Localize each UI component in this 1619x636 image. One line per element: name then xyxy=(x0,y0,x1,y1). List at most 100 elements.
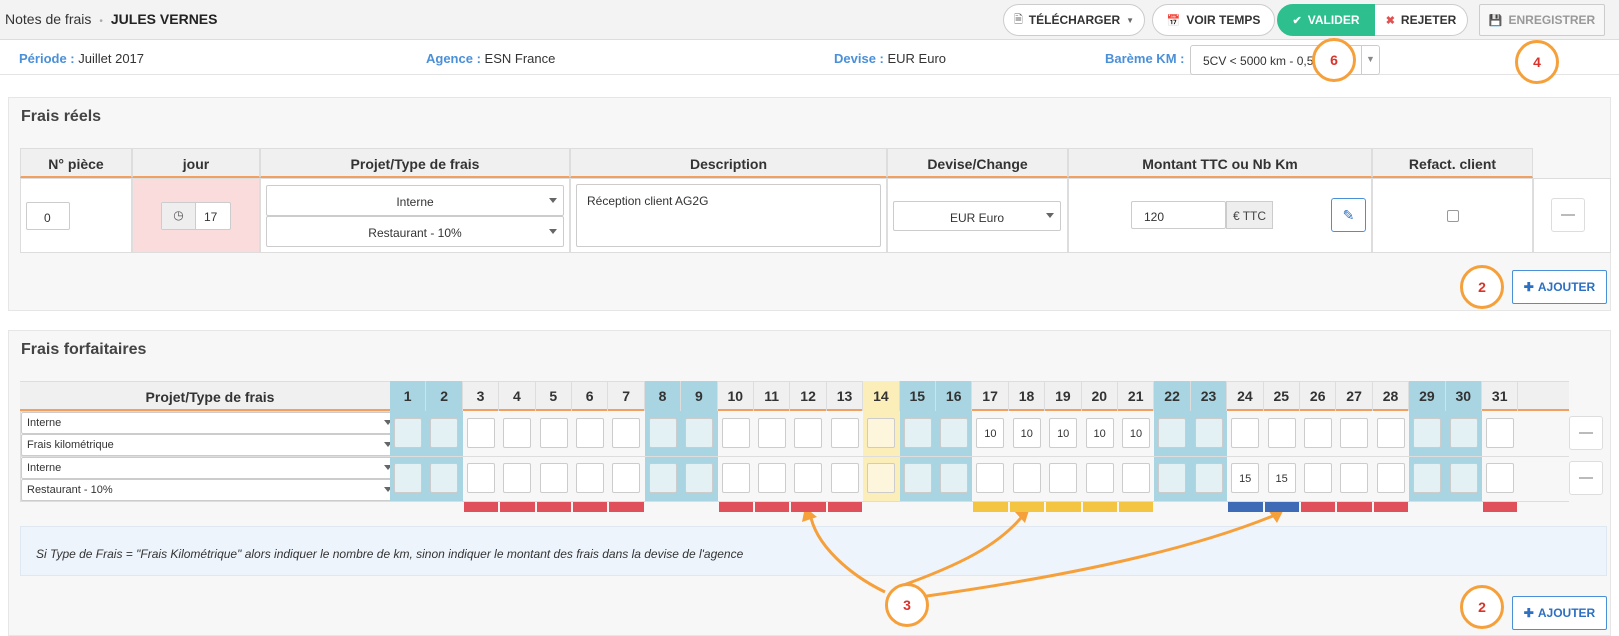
telecharger-button[interactable]: 🗎 TÉLÉCHARGER ▼ xyxy=(1003,4,1145,36)
day-status-strip xyxy=(973,502,1008,512)
day-input[interactable] xyxy=(758,463,786,493)
day-input[interactable] xyxy=(1449,418,1478,448)
type-frais-select[interactable]: Restaurant - 10% xyxy=(266,216,564,247)
day-input[interactable] xyxy=(721,418,750,448)
day-input[interactable] xyxy=(648,463,677,493)
day-input[interactable] xyxy=(1194,418,1223,448)
day-input[interactable] xyxy=(940,418,968,448)
add-label: AJOUTER xyxy=(1537,280,1596,294)
day-status-strip xyxy=(718,502,753,512)
day-input[interactable] xyxy=(940,463,968,493)
day-input[interactable] xyxy=(976,463,1005,493)
day-input[interactable] xyxy=(1486,463,1514,493)
day-input[interactable]: 10 xyxy=(1122,418,1150,448)
day-input[interactable]: 10 xyxy=(1049,418,1078,448)
remove-forfait-row-1[interactable] xyxy=(1569,416,1603,450)
projet-select[interactable]: Interne xyxy=(266,185,564,216)
day-input[interactable] xyxy=(758,418,786,448)
day-input[interactable] xyxy=(1049,463,1078,493)
day-input[interactable] xyxy=(503,463,532,493)
montant-input[interactable]: 120 xyxy=(1131,201,1226,229)
refact-checkbox[interactable] xyxy=(1447,210,1459,222)
day-input[interactable] xyxy=(539,418,568,448)
forfait-type-select-2[interactable]: Restaurant - 10% xyxy=(21,479,399,501)
chevron-down-icon: ▼ xyxy=(1361,46,1379,74)
day-input[interactable] xyxy=(466,463,495,493)
day-status-strip xyxy=(1301,502,1336,512)
add-frais-reels-button[interactable]: ✚ AJOUTER xyxy=(1512,270,1607,304)
day-input[interactable] xyxy=(830,418,859,448)
day-input[interactable] xyxy=(576,463,604,493)
day-input[interactable] xyxy=(794,463,823,493)
forfait-type-select-1[interactable]: Frais kilométrique xyxy=(21,434,399,456)
edit-button[interactable]: ✎ xyxy=(1331,198,1366,232)
day-input[interactable] xyxy=(1158,463,1187,493)
day-input[interactable] xyxy=(612,463,641,493)
day-input[interactable] xyxy=(1413,418,1442,448)
remove-row-button[interactable] xyxy=(1551,198,1585,232)
day-input[interactable] xyxy=(612,418,641,448)
piece-input[interactable]: 0 xyxy=(26,202,70,230)
day-header: 18 xyxy=(1009,381,1046,411)
day-header: 1 xyxy=(390,381,427,411)
day-input[interactable]: 10 xyxy=(1012,418,1041,448)
forfait-projet-select-2[interactable]: Interne xyxy=(21,457,399,479)
day-input[interactable] xyxy=(1340,463,1369,493)
day-input[interactable] xyxy=(1085,463,1114,493)
day-input[interactable] xyxy=(1413,463,1442,493)
day-input[interactable] xyxy=(685,463,714,493)
day-input[interactable] xyxy=(394,418,422,448)
jour-input-group[interactable]: ◷ 17 xyxy=(161,202,231,230)
valider-button[interactable]: ✔ VALIDER xyxy=(1277,4,1375,36)
day-input[interactable] xyxy=(1449,463,1478,493)
day-input[interactable]: 10 xyxy=(1085,418,1114,448)
day-input[interactable] xyxy=(867,463,896,493)
day-input[interactable] xyxy=(1012,463,1041,493)
day-input[interactable] xyxy=(867,418,896,448)
day-input[interactable] xyxy=(503,418,532,448)
day-input[interactable] xyxy=(430,463,459,493)
day-input[interactable] xyxy=(466,418,495,448)
day-input[interactable] xyxy=(1122,463,1150,493)
remove-forfait-row-2[interactable] xyxy=(1569,461,1603,495)
day-input[interactable] xyxy=(830,463,859,493)
add-frais-forfaitaires-button[interactable]: ✚ AJOUTER xyxy=(1512,596,1607,630)
day-input[interactable] xyxy=(648,418,677,448)
forfait-projet-select-1[interactable]: Interne xyxy=(21,412,399,434)
add-label: AJOUTER xyxy=(1537,606,1596,620)
day-input[interactable] xyxy=(1304,418,1332,448)
day-input[interactable] xyxy=(1158,418,1187,448)
day-input[interactable] xyxy=(903,463,932,493)
day-input[interactable] xyxy=(1376,418,1405,448)
day-input[interactable]: 10 xyxy=(976,418,1005,448)
day-input[interactable] xyxy=(1194,463,1223,493)
enregistrer-button[interactable]: 💾 ENREGISTRER xyxy=(1479,4,1605,36)
day-input[interactable] xyxy=(903,418,932,448)
day-status-strip xyxy=(791,502,826,512)
day-input[interactable]: 15 xyxy=(1267,463,1296,493)
annotation-arrows xyxy=(802,507,1285,599)
day-input[interactable] xyxy=(685,418,714,448)
day-input[interactable] xyxy=(794,418,823,448)
clock-icon: ◷ xyxy=(162,203,196,229)
voir-temps-label: VOIR TEMPS xyxy=(1186,13,1261,27)
description-textarea[interactable]: Réception client AG2G xyxy=(576,184,881,247)
day-input[interactable] xyxy=(430,418,459,448)
rejeter-button[interactable]: ✖ REJETER xyxy=(1375,4,1468,36)
jour-input[interactable]: 17 xyxy=(204,210,217,224)
day-input[interactable] xyxy=(576,418,604,448)
day-input[interactable] xyxy=(539,463,568,493)
day-input[interactable] xyxy=(1267,418,1296,448)
voir-temps-button[interactable]: 📅 VOIR TEMPS xyxy=(1152,4,1275,36)
day-input[interactable] xyxy=(394,463,422,493)
day-input[interactable] xyxy=(1486,418,1514,448)
breadcrumb-root[interactable]: Notes de frais xyxy=(5,11,91,27)
day-input[interactable]: 15 xyxy=(1231,463,1260,493)
day-input[interactable] xyxy=(1340,418,1369,448)
day-input[interactable] xyxy=(1376,463,1405,493)
day-input[interactable] xyxy=(1231,418,1260,448)
day-input[interactable] xyxy=(721,463,750,493)
devise-select[interactable]: EUR Euro xyxy=(893,201,1061,231)
day-input[interactable] xyxy=(1304,463,1332,493)
day-header: 2 xyxy=(426,381,463,411)
